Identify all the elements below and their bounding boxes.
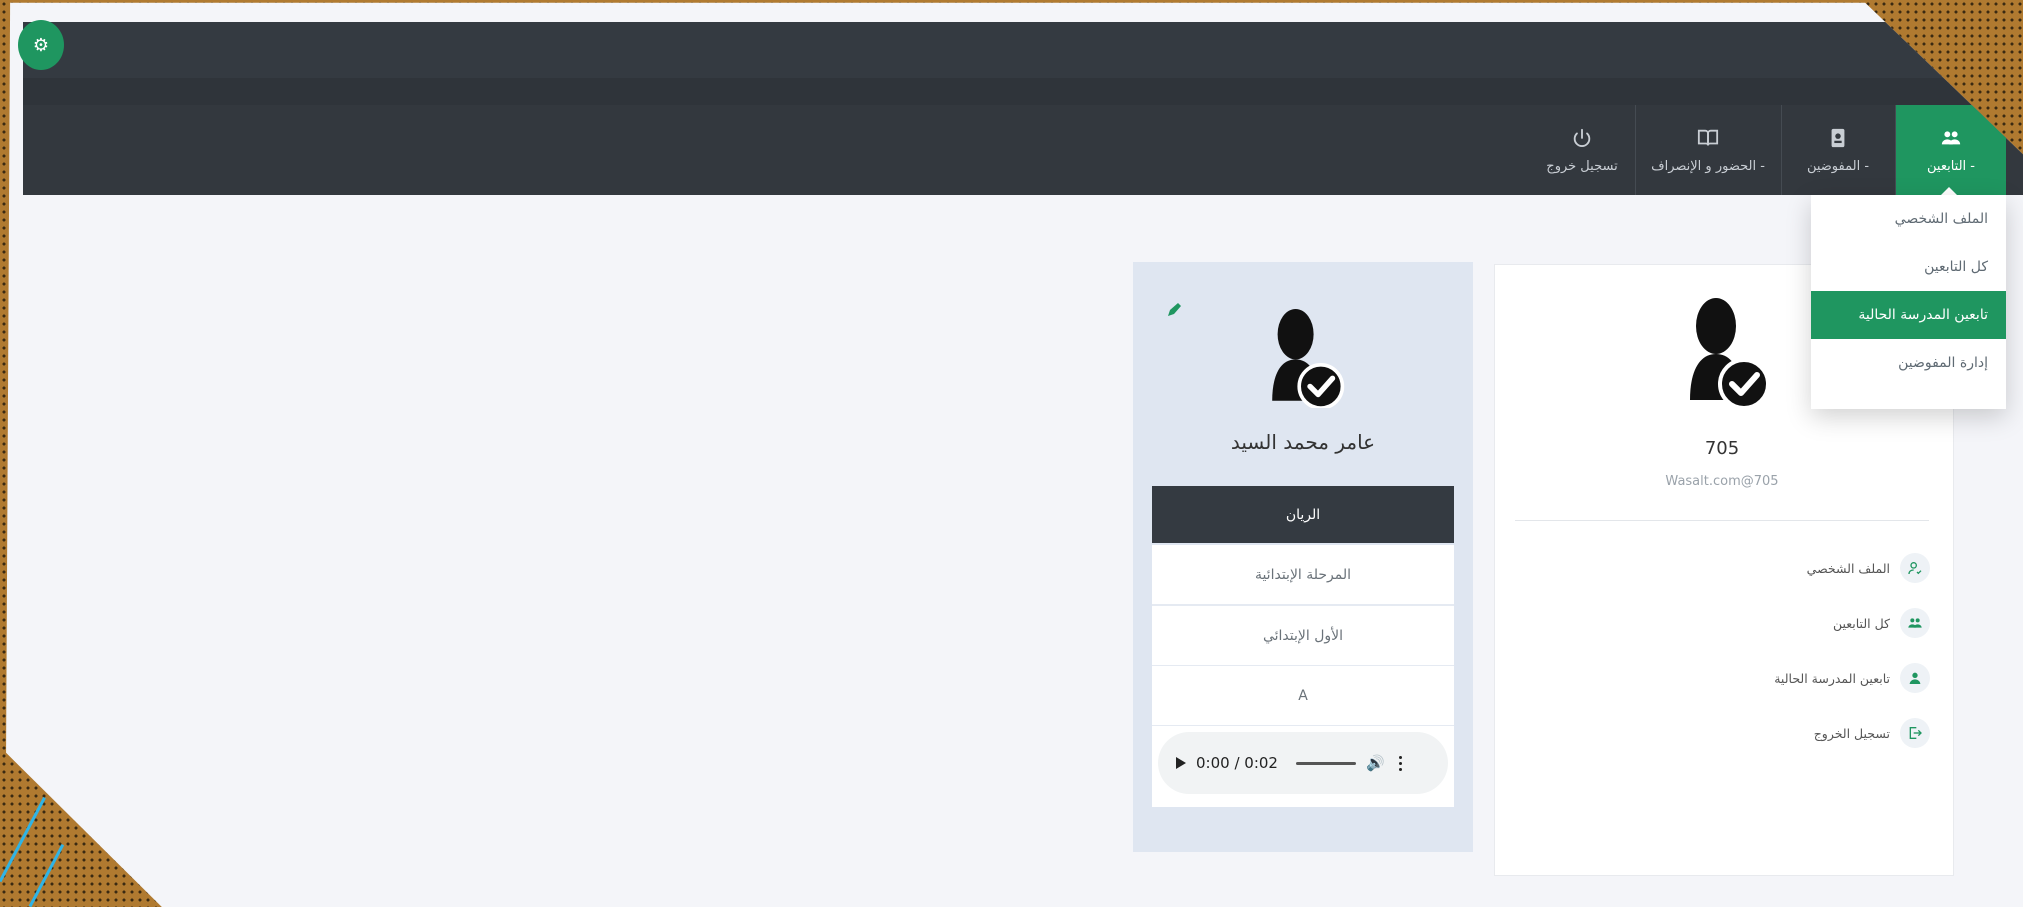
sub-bar (23, 78, 2023, 105)
menu-label: كل التابعين (1832, 615, 1890, 631)
nav-divider (1635, 105, 1636, 195)
user-icon (1900, 663, 1930, 693)
dropdown-caret (1941, 187, 1957, 195)
power-icon (1573, 128, 1591, 147)
verified-user-avatar-icon (1272, 309, 1345, 408)
divider (1515, 520, 1929, 521)
more-options-icon[interactable] (1398, 755, 1402, 771)
student-section: A (1152, 666, 1454, 727)
dropdown-item-current-school[interactable]: تابعين المدرسة الحالية (1811, 291, 2006, 339)
nav-label: تسجيل خروج (1546, 158, 1618, 174)
menu-label: الملف الشخصي (1806, 560, 1890, 576)
nav-divider (1895, 105, 1896, 195)
profile-menu-item[interactable]: تابعين المدرسة الحالية (1700, 658, 1930, 698)
gear-icon: ⚙ (32, 34, 50, 56)
nav-logout[interactable]: تسجيل خروج (1530, 105, 1634, 195)
dropdown-item-all-dependents[interactable]: كل التابعين (1811, 243, 2006, 291)
verified-user-avatar-icon (1690, 298, 1770, 408)
users-icon (1900, 608, 1930, 638)
student-stage: المرحلة الإبتدائية (1152, 545, 1454, 606)
app-screen: ⚙ التابعين - المفوضين - الحضور و الإنصرا… (6, 2, 2023, 907)
edit-icon[interactable] (1166, 302, 1182, 318)
book-icon (1697, 129, 1719, 146)
user-email: Wasalt.com@705 (1665, 474, 1779, 489)
users-icon (1941, 130, 1961, 144)
id-badge-icon (1831, 128, 1845, 147)
profile-menu-item[interactable]: الملف الشخصي (1700, 548, 1930, 588)
play-icon[interactable] (1176, 757, 1186, 769)
nav-label: المفوضين - (1806, 158, 1870, 174)
settings-button[interactable]: ⚙ (18, 20, 64, 70)
user-check-icon (1900, 553, 1930, 583)
nav-label: التابعين - (1927, 158, 1975, 174)
volume-icon[interactable]: 🔊 (1366, 754, 1385, 772)
audio-time: 0:00 / 0:02 (1196, 754, 1278, 772)
dropdown-item-profile[interactable]: الملف الشخصي (1811, 195, 2006, 243)
profile-menu-item[interactable]: تسجيل الخروج (1700, 713, 1930, 753)
profile-menu-item[interactable]: كل التابعين (1700, 603, 1930, 643)
audio-player[interactable]: 0:00 / 0:02 🔊 (1158, 732, 1448, 794)
student-grade: الأول الإبتدائي (1152, 606, 1454, 667)
menu-label: تسجيل الخروج (1813, 725, 1890, 741)
user-id: 705 (1704, 438, 1740, 459)
nav-delegates[interactable]: المفوضين - (1782, 105, 1894, 195)
nav-divider (1781, 105, 1782, 195)
student-school: الريان (1152, 486, 1454, 543)
nav-label: الحضور و الإنصراف - (1651, 158, 1765, 174)
audio-progress[interactable] (1295, 761, 1356, 765)
top-bar (23, 22, 2023, 78)
menu-label: تابعين المدرسة الحالية (1774, 670, 1890, 686)
dependents-dropdown: الملف الشخصي كل التابعين تابعين المدرسة … (1811, 195, 2006, 409)
student-name: عامر محمد السيد (1230, 430, 1376, 454)
nav-attendance[interactable]: الحضور و الإنصراف - (1636, 105, 1780, 195)
sign-out-icon (1900, 718, 1930, 748)
dropdown-item-manage-delegates[interactable]: إدارة المفوضين (1811, 339, 2006, 387)
